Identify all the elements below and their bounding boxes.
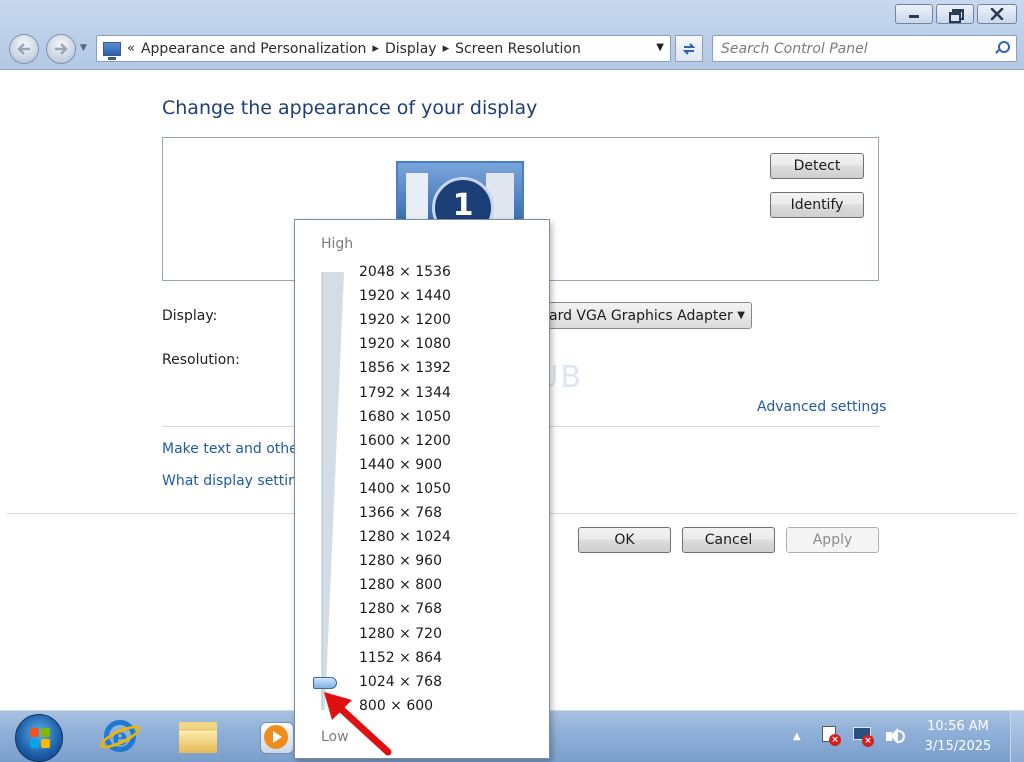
- resolution-option[interactable]: 1152 × 864: [359, 650, 442, 666]
- forward-arrow-icon: [55, 43, 68, 55]
- resolution-option[interactable]: 1280 × 1024: [359, 529, 451, 545]
- resolution-option[interactable]: 1280 × 720: [359, 626, 442, 642]
- advanced-settings-link[interactable]: Advanced settings: [757, 399, 886, 415]
- breadcrumb-overflow[interactable]: «: [127, 41, 135, 56]
- resolution-option[interactable]: 1792 × 1344: [359, 385, 451, 401]
- minimize-icon: [908, 9, 920, 19]
- resolution-option[interactable]: 1366 × 768: [359, 505, 442, 521]
- start-button[interactable]: [15, 714, 63, 762]
- search-input[interactable]: [721, 37, 991, 60]
- show-hidden-icons-button[interactable]: ▲: [793, 731, 801, 742]
- action-center-icon[interactable]: ×: [820, 726, 842, 748]
- chevron-down-icon: ▼: [737, 310, 745, 321]
- resolution-option[interactable]: 1680 × 1050: [359, 409, 451, 425]
- red-annotation-arrow-icon: [324, 692, 392, 756]
- search-icon[interactable]: [994, 41, 1010, 55]
- sound-wave: [897, 730, 905, 743]
- resolution-label: Resolution:: [162, 352, 240, 368]
- network-icon[interactable]: ×: [852, 726, 874, 748]
- address-history-dropdown-icon[interactable]: ▼: [656, 42, 664, 53]
- window-toolbar: ▼ « Appearance and Personalization ▸ Dis…: [0, 0, 1024, 70]
- internet-explorer-button[interactable]: e: [97, 716, 143, 758]
- recent-pages-dropdown-icon[interactable]: ▼: [80, 43, 87, 53]
- resolution-option[interactable]: 1440 × 900: [359, 457, 442, 473]
- show-desktop-button[interactable]: [1010, 711, 1024, 762]
- resolution-option[interactable]: 1856 × 1392: [359, 360, 451, 376]
- page-title: Change the appearance of your display: [162, 97, 538, 119]
- back-arrow-icon: [17, 43, 30, 55]
- resolution-option[interactable]: 1280 × 768: [359, 601, 442, 617]
- forward-button[interactable]: [46, 34, 76, 64]
- restore-icon: [949, 9, 964, 23]
- resolution-option[interactable]: 1024 × 768: [359, 674, 442, 690]
- breadcrumb-appearance[interactable]: Appearance and Personalization: [141, 41, 366, 57]
- clock-time: 10:56 AM: [927, 719, 989, 734]
- cancel-button[interactable]: Cancel: [682, 527, 775, 553]
- back-button[interactable]: [9, 34, 39, 64]
- resolution-option[interactable]: 1600 × 1200: [359, 433, 451, 449]
- refresh-icon: [682, 42, 696, 55]
- identify-button[interactable]: Identify: [770, 192, 864, 218]
- windows-logo-icon: [30, 728, 39, 737]
- resolution-option[interactable]: 1280 × 960: [359, 553, 442, 569]
- volume-icon[interactable]: [884, 726, 906, 748]
- breadcrumb-separator-icon[interactable]: ▸: [372, 41, 379, 56]
- windows-logo-icon: [41, 739, 50, 748]
- windows-logo-icon: [30, 739, 39, 748]
- slider-high-label: High: [321, 236, 354, 252]
- media-player-button[interactable]: [254, 716, 298, 758]
- display-select-value: ard VGA Graphics Adapter: [549, 307, 733, 324]
- close-icon: [990, 8, 1004, 20]
- windows-logo-icon: [41, 728, 50, 737]
- clock-date: 3/15/2025: [924, 739, 992, 754]
- maximize-button[interactable]: [936, 4, 974, 24]
- play-icon: [264, 725, 288, 749]
- resolution-option[interactable]: 2048 × 1536: [359, 264, 451, 280]
- breadcrumb-separator-icon[interactable]: ▸: [443, 41, 450, 56]
- error-badge-icon: ×: [829, 734, 841, 746]
- address-bar[interactable]: « Appearance and Personalization ▸ Displ…: [96, 35, 671, 62]
- resolution-option[interactable]: 1280 × 800: [359, 577, 442, 593]
- refresh-button[interactable]: [675, 35, 703, 62]
- display-settings-help-link[interactable]: What display setting: [162, 473, 306, 489]
- display-label: Display:: [162, 308, 218, 324]
- slider-track-wedge: [321, 272, 344, 710]
- resolution-slider-thumb[interactable]: [313, 677, 337, 689]
- clock[interactable]: 10:56 AM 3/15/2025: [918, 717, 998, 757]
- monitor-wallpaper-icon: [406, 173, 428, 223]
- resolution-option[interactable]: 1920 × 1440: [359, 288, 451, 304]
- breadcrumb-screen-resolution[interactable]: Screen Resolution: [455, 41, 581, 57]
- resolution-option[interactable]: 1920 × 1080: [359, 336, 451, 352]
- control-panel-icon: [103, 41, 121, 60]
- folder-front: [179, 731, 217, 753]
- close-button[interactable]: [977, 4, 1017, 24]
- resolution-slider-flyout[interactable]: High 2048 × 1536 1920 × 1440 1920 × 1200 19…: [294, 219, 550, 759]
- windows-explorer-button[interactable]: [176, 716, 220, 758]
- detect-button[interactable]: Detect: [770, 153, 864, 179]
- error-badge-icon: ×: [862, 735, 874, 747]
- resolution-option[interactable]: 1920 × 1200: [359, 312, 451, 328]
- resolution-slider-track[interactable]: [320, 272, 346, 710]
- text-size-link[interactable]: Make text and other: [162, 441, 304, 457]
- resolution-option[interactable]: 1400 × 1050: [359, 481, 451, 497]
- search-box[interactable]: [712, 35, 1017, 62]
- apply-button[interactable]: Apply: [786, 527, 879, 553]
- breadcrumb-display[interactable]: Display: [385, 41, 437, 57]
- ok-button[interactable]: OK: [578, 527, 671, 553]
- minimize-button[interactable]: [895, 4, 933, 24]
